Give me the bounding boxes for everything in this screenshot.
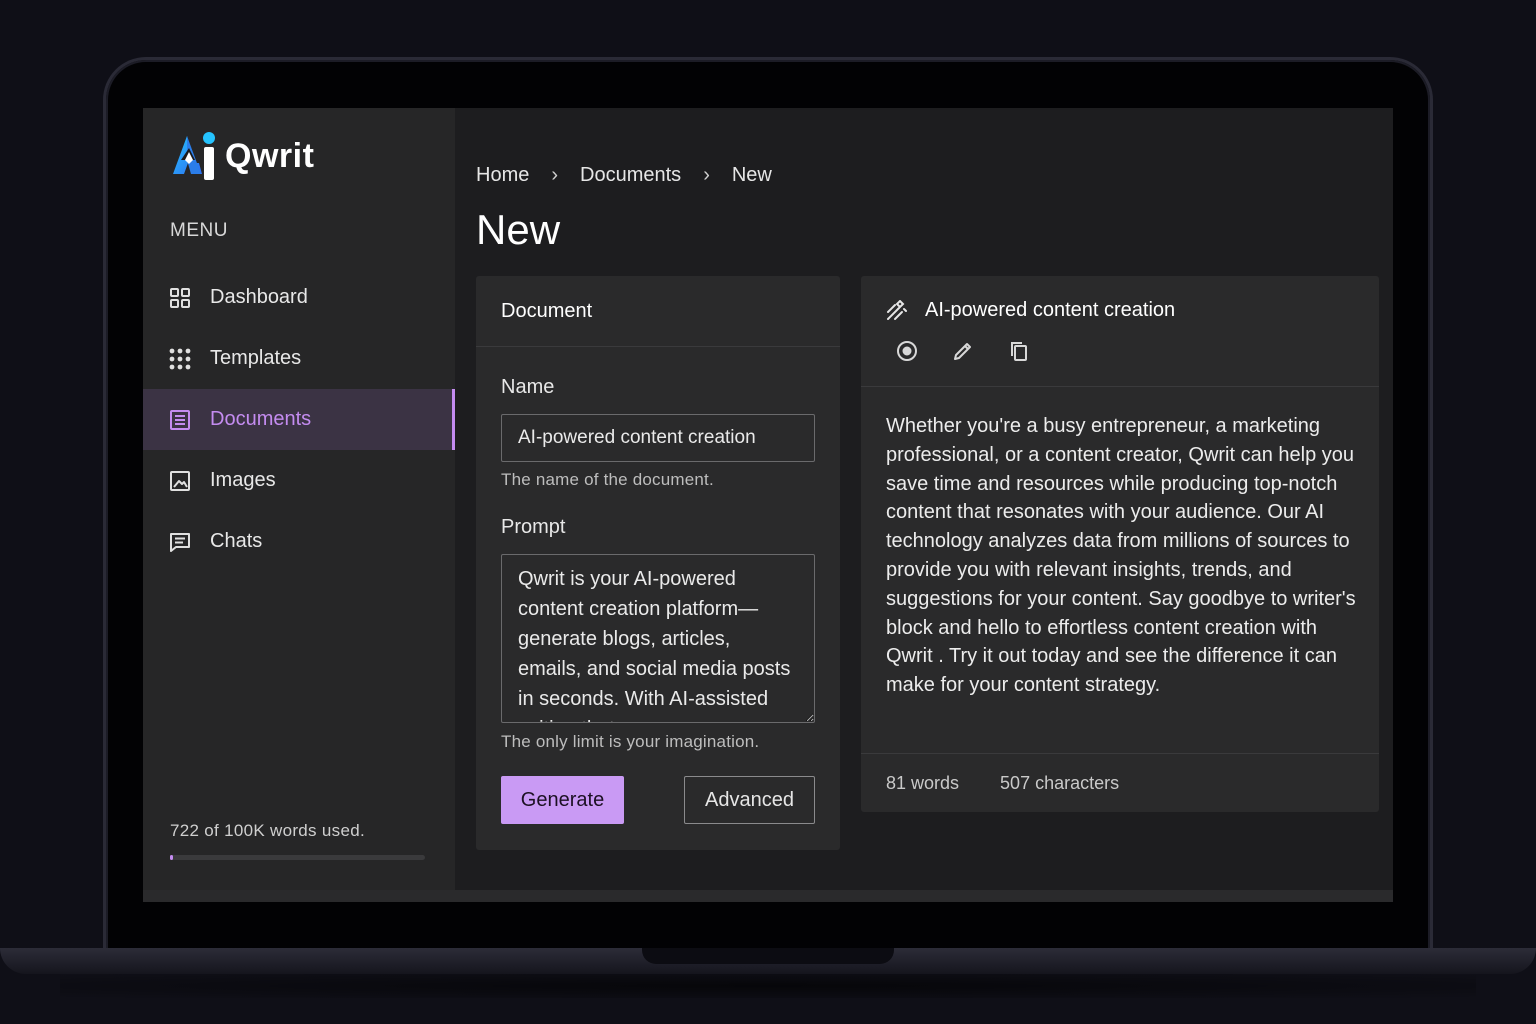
output-card-header: AI-powered content creation	[861, 276, 1379, 387]
qwrit-logo-icon	[173, 132, 215, 180]
breadcrumb-documents[interactable]: Documents	[580, 164, 681, 187]
name-label: Name	[501, 376, 555, 398]
sidebar-item-images[interactable]: Images	[143, 450, 455, 511]
sidebar-item-templates[interactable]: Templates	[143, 328, 455, 389]
prompt-help-text: The only limit is your imagination.	[501, 732, 760, 751]
screen-bottom-edge	[143, 890, 1393, 902]
sidebar-item-chats[interactable]: Chats	[143, 511, 455, 572]
output-stats: 81 words 507 characters	[861, 753, 1379, 812]
app-screen: Qwrit MENU Dashboard Templates Documents…	[143, 108, 1393, 902]
breadcrumb-current: New	[731, 164, 772, 186]
advanced-button[interactable]: Advanced	[684, 776, 815, 824]
generated-content-text: Whether you're a busy entrepreneur, a ma…	[886, 415, 1356, 697]
menu-label: MENU	[170, 220, 228, 241]
laptop-shadow	[60, 974, 1476, 998]
document-card: Document Name The name of the document. …	[476, 276, 840, 850]
output-card: AI-powered content creation Whether you'…	[861, 276, 1379, 812]
sidebar-nav: Dashboard Templates Documents Images Cha…	[143, 267, 455, 572]
sidebar-item-label: Images	[210, 469, 276, 491]
copy-icon[interactable]	[1007, 339, 1031, 363]
image-icon	[169, 470, 191, 492]
sidebar-item-label: Templates	[210, 347, 302, 369]
name-help-text: The name of the document.	[501, 470, 714, 489]
chat-icon	[169, 531, 191, 553]
word-usage-progress	[170, 855, 425, 860]
chevron-right-icon: ›	[703, 164, 710, 186]
sidebar-item-label: Documents	[210, 408, 312, 430]
dashboard-grid-icon	[169, 287, 191, 309]
sidebar-item-label: Chats	[210, 530, 263, 552]
generate-button[interactable]: Generate	[501, 776, 624, 824]
word-usage-progress-fill	[170, 855, 173, 860]
prompt-textarea[interactable]: Qwrit is your AI-powered content creatio…	[501, 554, 815, 723]
prompt-label: Prompt	[501, 516, 566, 538]
character-count: 507 characters	[1000, 772, 1120, 793]
page-title: New	[476, 206, 561, 253]
word-usage-text: 722 of 100K words used.	[170, 821, 365, 840]
app-name: Qwrit	[225, 136, 315, 175]
word-count: 81 words	[886, 772, 960, 793]
breadcrumb-home[interactable]: Home	[476, 164, 529, 187]
sidebar-item-documents[interactable]: Documents	[143, 389, 455, 450]
chevron-right-icon: ›	[551, 164, 559, 186]
magic-wand-icon	[887, 299, 907, 320]
output-actions	[895, 339, 1063, 363]
sidebar-item-dashboard[interactable]: Dashboard	[143, 267, 455, 328]
breadcrumb: Home › Documents › New	[476, 164, 772, 187]
logo[interactable]: Qwrit	[171, 130, 314, 182]
document-icon	[169, 409, 191, 431]
document-card-title: Document	[476, 276, 840, 347]
output-title: AI-powered content creation	[925, 299, 1176, 321]
dots-grid-icon	[169, 348, 191, 370]
pencil-icon[interactable]	[951, 339, 975, 363]
laptop-notch	[642, 948, 894, 964]
name-input[interactable]	[501, 414, 815, 462]
sidebar-item-label: Dashboard	[210, 286, 308, 308]
stop-circle-icon[interactable]	[895, 339, 919, 363]
sidebar: Qwrit MENU Dashboard Templates Documents…	[143, 108, 455, 890]
